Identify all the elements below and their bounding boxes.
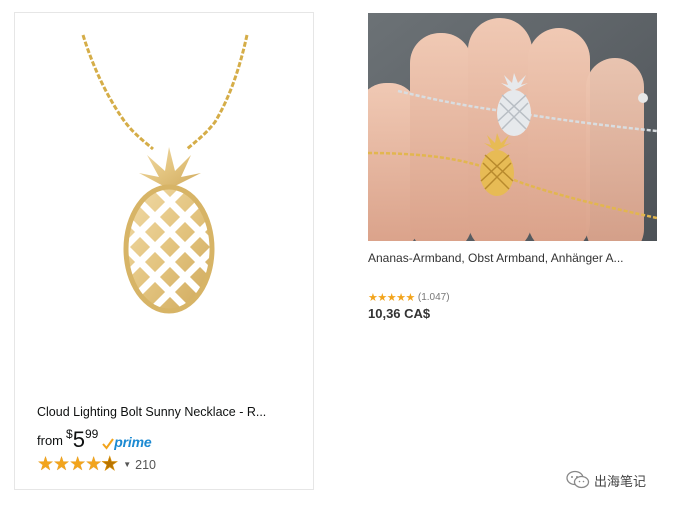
star-rating[interactable]: ★★★★★ (1.047) — [368, 288, 450, 306]
product-card-necklace[interactable]: Cloud Lighting Bolt Sunny Necklace - R..… — [14, 12, 314, 490]
review-count[interactable]: 210 — [135, 458, 156, 472]
prime-check-icon — [102, 438, 115, 450]
star-icon: ★ — [368, 292, 378, 304]
currency-symbol: $ — [66, 427, 73, 441]
stars: ★★★★★ — [37, 453, 119, 476]
prime-label: prime — [114, 434, 152, 450]
watermark: 出海笔记 — [566, 470, 646, 490]
price-fraction: 99 — [84, 427, 99, 441]
prime-badge: prime — [102, 434, 152, 450]
star-icon: ★ — [53, 454, 70, 475]
star-icon: ★ — [69, 454, 86, 475]
from-label: from — [37, 433, 63, 448]
product-title-link[interactable]: Cloud Lighting Bolt Sunny Necklace - R..… — [37, 405, 299, 419]
price-row: from $ 5 99 prime — [37, 425, 152, 452]
price-whole: 5 — [72, 427, 85, 452]
price: 10,36 CA$ — [368, 306, 431, 321]
product-title-link[interactable]: Ananas-Armband, Obst Armband, Anhänger A… — [368, 251, 658, 265]
star-icon: ★ — [37, 454, 54, 475]
watermark-text: 出海笔记 — [594, 474, 647, 490]
star-icon: ★ — [405, 292, 416, 304]
pineapple-bracelet-on-hand-photo[interactable] — [368, 13, 657, 241]
stars: ★★★★★ — [368, 288, 415, 306]
star-icon: ★ — [396, 292, 406, 304]
pineapple-necklace-image[interactable] — [55, 27, 265, 347]
star-rating[interactable]: ★★★★★ ▼ 210 — [37, 453, 156, 476]
bracelet-photo-graphic — [368, 13, 657, 241]
star-icon: ★ — [377, 292, 387, 304]
review-count[interactable]: (1.047) — [418, 292, 450, 303]
chevron-down-icon[interactable]: ▼ — [123, 460, 131, 469]
wechat-icon — [566, 470, 590, 489]
star-icon: ★ — [85, 454, 102, 475]
half-star-icon: ★ — [101, 454, 119, 476]
star-icon: ★ — [386, 292, 397, 304]
